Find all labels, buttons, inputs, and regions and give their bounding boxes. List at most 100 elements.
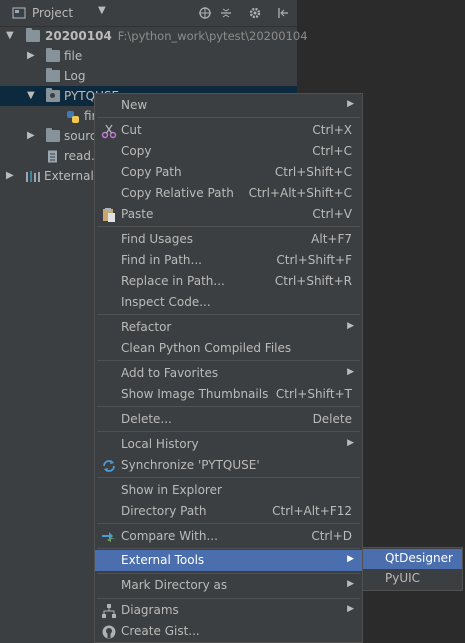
menu-item-copy-path[interactable]: Copy Path Ctrl+Shift+C	[95, 162, 362, 183]
folder-icon	[46, 48, 60, 62]
menu-label: Find Usages	[121, 232, 194, 246]
menu-item-diagrams[interactable]: Diagrams ▶	[95, 600, 362, 621]
tree-row-root[interactable]: ▼ 20200104 F:\python_work\pytest\20200104	[0, 26, 308, 46]
hide-panel-icon[interactable]	[276, 6, 290, 20]
menu-label: Clean Python Compiled Files	[121, 341, 292, 355]
folder-icon	[46, 128, 60, 142]
view-dropdown-icon[interactable]: ▼	[98, 5, 106, 16]
menu-label: Paste	[121, 207, 154, 221]
menu-label: Copy Path	[121, 165, 182, 179]
menu-item-show-in-explorer[interactable]: Show in Explorer	[95, 480, 362, 501]
menu-shortcut: Ctrl+C	[312, 144, 352, 158]
menu-separator	[97, 117, 360, 118]
menu-label: Directory Path	[121, 504, 207, 518]
menu-item-clean-python-compiled-files[interactable]: Clean Python Compiled Files	[95, 338, 362, 359]
gear-icon[interactable]	[248, 6, 262, 20]
menu-item-copy-relative-path[interactable]: Copy Relative Path Ctrl+Alt+Shift+C	[95, 183, 362, 204]
clipboard-icon	[101, 207, 117, 223]
menu-item-directory-path[interactable]: Directory Path Ctrl+Alt+F12	[95, 501, 362, 522]
menu-item-delete[interactable]: Delete... Delete	[95, 409, 362, 430]
project-view-title[interactable]: Project	[32, 6, 73, 20]
folder-icon	[46, 68, 60, 82]
project-panel-header: Project ▼	[0, 0, 297, 27]
menu-item-copy[interactable]: Copy Ctrl+C	[95, 141, 362, 162]
submenu-arrow-icon: ▶	[347, 438, 354, 448]
text-file-icon	[47, 150, 61, 163]
submenu-item-pyuic[interactable]: PyUIC	[363, 569, 462, 589]
menu-item-cut[interactable]: Cut Ctrl+X	[95, 120, 362, 141]
menu-separator	[97, 314, 360, 315]
tree-label-file: file	[64, 49, 83, 63]
menu-shortcut: Ctrl+Alt+F12	[272, 504, 352, 518]
submenu-label: QtDesigner	[385, 551, 453, 565]
menu-item-local-history[interactable]: Local History ▶	[95, 434, 362, 455]
compare-arrows-icon	[101, 529, 117, 545]
menu-shortcut: Ctrl+Alt+Shift+C	[248, 186, 352, 200]
scissors-icon	[101, 123, 117, 139]
menu-item-compare-with[interactable]: Compare With... Ctrl+D	[95, 526, 362, 547]
menu-label: Inspect Code...	[121, 295, 211, 309]
menu-item-synchronize[interactable]: Synchronize 'PYTQUSE'	[95, 455, 362, 476]
menu-label: Delete...	[121, 412, 172, 426]
submenu-arrow-icon: ▶	[347, 604, 354, 614]
menu-item-find-in-path[interactable]: Find in Path... Ctrl+Shift+F	[95, 250, 362, 271]
menu-item-create-gist[interactable]: Create Gist...	[95, 621, 362, 642]
menu-shortcut: Ctrl+Shift+C	[274, 165, 352, 179]
menu-label: Show Image Thumbnails	[121, 387, 269, 401]
menu-separator	[97, 360, 360, 361]
menu-item-find-usages[interactable]: Find Usages Alt+F7	[95, 229, 362, 250]
menu-label: Find in Path...	[121, 253, 202, 267]
menu-separator	[97, 523, 360, 524]
menu-label: Mark Directory as	[121, 578, 228, 592]
tree-label-log: Log	[64, 69, 86, 83]
menu-separator	[97, 477, 360, 478]
expanded-arrow-icon[interactable]: ▼	[6, 30, 14, 41]
submenu-arrow-icon: ▶	[347, 579, 354, 589]
collapse-all-icon[interactable]	[219, 6, 233, 20]
context-menu: New ▶ Cut Ctrl+X Copy Ctrl+C Copy Path C…	[94, 93, 363, 643]
tree-row-file[interactable]: ▶ file	[0, 46, 297, 66]
menu-label: Refactor	[121, 320, 172, 334]
menu-shortcut: Ctrl+D	[311, 529, 352, 543]
menu-separator	[97, 573, 360, 574]
project-view-icon	[12, 6, 26, 20]
menu-label: Compare With...	[121, 529, 218, 543]
menu-item-new[interactable]: New ▶	[95, 95, 362, 116]
menu-item-paste[interactable]: Paste Ctrl+V	[95, 204, 362, 225]
menu-item-show-image-thumbnails[interactable]: Show Image Thumbnails Ctrl+Shift+T	[95, 384, 362, 405]
menu-item-external-tools[interactable]: External Tools ▶	[95, 550, 362, 571]
submenu-arrow-icon: ▶	[347, 321, 354, 331]
menu-label: Copy	[121, 144, 152, 158]
menu-label: Replace in Path...	[121, 274, 225, 288]
submenu-arrow-icon: ▶	[347, 554, 354, 564]
collapsed-arrow-icon[interactable]: ▶	[27, 130, 35, 141]
menu-separator	[97, 548, 360, 549]
locate-icon[interactable]	[198, 6, 212, 20]
menu-item-refactor[interactable]: Refactor ▶	[95, 317, 362, 338]
submenu-item-qtdesigner[interactable]: QtDesigner	[363, 549, 462, 569]
menu-item-replace-in-path[interactable]: Replace in Path... Ctrl+Shift+R	[95, 271, 362, 292]
menu-label: Copy Relative Path	[121, 186, 234, 200]
tree-row-log[interactable]: Log	[0, 66, 297, 86]
menu-label: Local History	[121, 437, 199, 451]
menu-label: Create Gist...	[121, 624, 200, 638]
menu-separator	[97, 598, 360, 599]
menu-shortcut: Delete	[312, 412, 352, 426]
collapsed-arrow-icon[interactable]: ▶	[27, 50, 35, 61]
menu-shortcut: Ctrl+V	[312, 207, 352, 221]
root-folder-path: F:\python_work\pytest\20200104	[117, 29, 308, 43]
expanded-arrow-icon[interactable]: ▼	[27, 90, 35, 101]
library-icon	[25, 170, 40, 182]
submenu-label: PyUIC	[385, 571, 421, 585]
menu-label: Diagrams	[121, 603, 179, 617]
folder-icon	[26, 28, 40, 42]
menu-shortcut: Ctrl+Shift+F	[276, 253, 352, 267]
menu-item-mark-directory-as[interactable]: Mark Directory as ▶	[95, 575, 362, 596]
diagram-icon	[101, 603, 117, 619]
python-file-icon	[66, 110, 80, 123]
menu-item-add-to-favorites[interactable]: Add to Favorites ▶	[95, 363, 362, 384]
collapsed-arrow-icon[interactable]: ▶	[6, 170, 14, 181]
menu-separator	[97, 431, 360, 432]
menu-separator	[97, 226, 360, 227]
menu-item-inspect-code[interactable]: Inspect Code...	[95, 292, 362, 313]
